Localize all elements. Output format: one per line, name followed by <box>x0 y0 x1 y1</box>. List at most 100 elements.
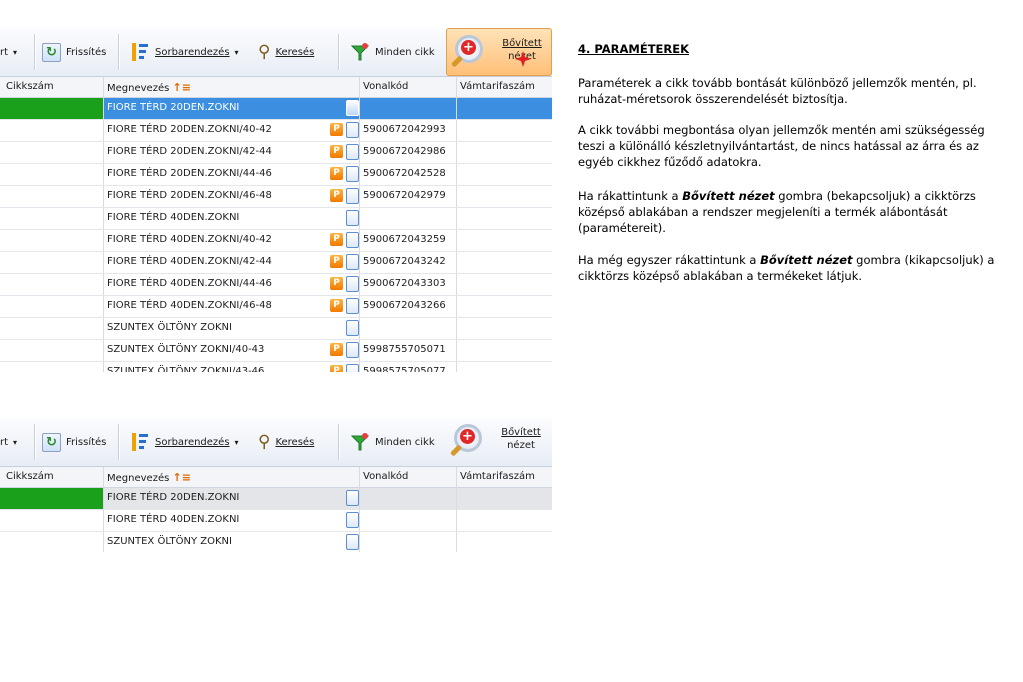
cell-barcode: 5998575705077 <box>363 366 446 372</box>
cell-name: FIORE TÉRD 40DEN.ZOKNI/46-48 <box>107 300 272 311</box>
table-row[interactable]: FIORE TÉRD 20DEN.ZOKNI/42-44 P 59006720429… <box>0 142 552 164</box>
parameter-badge-icon: P <box>330 299 343 312</box>
document-icon <box>346 298 359 314</box>
document-icon <box>346 254 359 270</box>
screenshot-extended-view-on: rt ▾ ↻ Frissítés Sorbarendezés ▾ ⚲ Keresés… <box>0 28 552 372</box>
sort-ascending-icon: ↑≡ <box>172 471 191 484</box>
p3-emphasis: Bővített nézet <box>682 189 775 203</box>
extended-view-label-1: Bővített <box>502 38 542 49</box>
extended-view-button[interactable]: + Bővített nézet <box>446 418 550 464</box>
cell-barcode: 5900672042993 <box>363 124 446 135</box>
table-row[interactable]: FIORE TÉRD 20DEN.ZOKNI <box>0 488 552 510</box>
document-icon <box>346 320 359 336</box>
cell-name: SZUNTEX ÖLTÖNY ZOKNI <box>107 322 232 333</box>
document-icon <box>346 144 359 160</box>
cell-barcode: 5900672042528 <box>363 168 446 179</box>
parameter-badge-icon: P <box>330 167 343 180</box>
table-row[interactable]: FIORE TÉRD 40DEN.ZOKNI <box>0 510 552 532</box>
cell-name: FIORE TÉRD 40DEN.ZOKNI/42-44 <box>107 256 272 267</box>
p4-before: Ha még egyszer rákattintunk a <box>578 253 761 267</box>
column-customs[interactable]: Vámtarifaszám <box>460 471 535 482</box>
grid-header: Cikkszám Megnevezés ↑≡ Vonalkód Vámtarif… <box>0 467 552 488</box>
cell-name: FIORE TÉRD 40DEN.ZOKNI <box>107 514 240 525</box>
cell-barcode: 5900672042986 <box>363 146 446 157</box>
p4-emphasis: Bővített nézet <box>760 253 853 267</box>
cell-barcode: 5900672042979 <box>363 190 446 201</box>
column-barcode[interactable]: Vonalkód <box>363 81 408 92</box>
p3-before: Ha rákattintunk a <box>578 189 683 203</box>
table-row[interactable]: FIORE TÉRD 40DEN.ZOKNI <box>0 208 552 230</box>
table-row[interactable]: FIORE TÉRD 40DEN.ZOKNI/42-44 P 59006720432… <box>0 252 552 274</box>
search-label: Keresés <box>275 46 315 58</box>
refresh-button[interactable]: ↻ Frissítés <box>42 418 106 466</box>
cell-barcode: 5998755705071 <box>363 344 446 355</box>
table-row[interactable]: SZUNTEX ÖLTÖNY ZOKNI <box>0 318 552 340</box>
all-items-button[interactable]: Minden cikk <box>350 418 435 466</box>
document-icon <box>346 342 359 358</box>
cell-name: SZUNTEX ÖLTÖNY ZOKNI/40-43 <box>107 344 265 355</box>
export-button[interactable]: rt ▾ <box>0 28 17 76</box>
section-heading: 4. PARAMÉTEREK <box>578 42 690 56</box>
grid-body: FIORE TÉRD 20DEN.ZOKNI FIORE TÉRD 40DEN.Z… <box>0 488 552 552</box>
table-row[interactable]: SZUNTEX ÖLTÖNY ZOKNI <box>0 532 552 552</box>
document-icon <box>346 166 359 182</box>
cell-barcode: 5900672043259 <box>363 234 446 245</box>
parameter-badge-icon: P <box>330 365 343 372</box>
table-row[interactable]: FIORE TÉRD 40DEN.ZOKNI/40-42 P 59006720432… <box>0 230 552 252</box>
dropdown-arrow-icon: ▾ <box>13 437 18 447</box>
sort-ascending-icon: ↑≡ <box>172 81 191 94</box>
document-icon <box>346 232 359 248</box>
export-button[interactable]: rt ▾ <box>0 418 17 466</box>
column-name[interactable]: Megnevezés ↑≡ <box>107 81 191 94</box>
all-items-button[interactable]: Minden cikk <box>350 28 435 76</box>
table-row[interactable]: FIORE TÉRD 40DEN.ZOKNI/44-46 P 59006720433… <box>0 274 552 296</box>
table-row[interactable]: FIORE TÉRD 20DEN.ZOKNI/46-48 P 59006720429… <box>0 186 552 208</box>
paragraph-4: Ha még egyszer rákattintunk a Bővített n… <box>578 252 998 284</box>
cell-name: SZUNTEX ÖLTÖNY ZOKNI <box>107 536 232 547</box>
document-icon <box>346 100 359 116</box>
column-customs[interactable]: Vámtarifaszám <box>460 81 535 92</box>
binoculars-icon: ⚲ <box>258 431 271 452</box>
cell-name: FIORE TÉRD 20DEN.ZOKNI/44-46 <box>107 168 272 179</box>
cell-barcode: 5900672043242 <box>363 256 446 267</box>
table-row[interactable]: FIORE TÉRD 20DEN.ZOKNI <box>0 98 552 120</box>
refresh-icon: ↻ <box>42 432 61 452</box>
column-barcode[interactable]: Vonalkód <box>363 471 408 482</box>
parameter-badge-icon: P <box>330 233 343 246</box>
paragraph-1-wrap: Paraméterek a cikk tovább bontását külön… <box>578 75 998 107</box>
document-icon <box>346 490 359 506</box>
parameter-badge-icon: P <box>330 277 343 290</box>
search-button[interactable]: ⚲ Keresés <box>258 28 314 76</box>
dropdown-arrow-icon: ▾ <box>234 437 239 447</box>
dropdown-arrow-icon: ▾ <box>13 47 18 57</box>
document-icon <box>346 122 359 138</box>
all-items-label: Minden cikk <box>375 46 435 58</box>
cell-name: FIORE TÉRD 20DEN.ZOKNI/42-44 <box>107 146 272 157</box>
table-row[interactable]: FIORE TÉRD 20DEN.ZOKNI/44-46 P 59006720425… <box>0 164 552 186</box>
cell-name: FIORE TÉRD 40DEN.ZOKNI <box>107 212 240 223</box>
cell-name: FIORE TÉRD 40DEN.ZOKNI/40-42 <box>107 234 272 245</box>
cell-barcode: 5900672043266 <box>363 300 446 311</box>
extended-view-button[interactable]: + Bővített nézet <box>446 28 552 76</box>
column-item-no[interactable]: Cikkszám <box>6 471 54 482</box>
parameter-badge-icon: P <box>330 123 343 136</box>
search-label: Keresés <box>275 436 315 448</box>
paragraph-4-wrap: Ha még egyszer rákattintunk a Bővített n… <box>578 252 998 284</box>
sort-button[interactable]: Sorbarendezés ▾ <box>130 418 239 466</box>
table-row[interactable]: SZUNTEX ÖLTÖNY ZOKNI/43-46 P 5998575705077 <box>0 362 552 372</box>
extended-view-label-1: Bővített <box>501 427 541 438</box>
sort-button[interactable]: Sorbarendezés ▾ <box>130 28 239 76</box>
document-icon <box>346 512 359 528</box>
table-row[interactable]: SZUNTEX ÖLTÖNY ZOKNI/40-43 P 5998755705071 <box>0 340 552 362</box>
selection-marker <box>0 98 103 119</box>
sort-icon <box>130 41 150 63</box>
parameter-badge-icon: P <box>330 189 343 202</box>
table-row[interactable]: FIORE TÉRD 40DEN.ZOKNI/46-48 P 59006720432… <box>0 296 552 318</box>
search-button[interactable]: ⚲ Keresés <box>258 418 314 466</box>
column-name[interactable]: Megnevezés ↑≡ <box>107 471 191 484</box>
table-row[interactable]: FIORE TÉRD 20DEN.ZOKNI/40-42 P 59006720429… <box>0 120 552 142</box>
refresh-button[interactable]: ↻ Frissítés <box>42 28 106 76</box>
column-item-no[interactable]: Cikkszám <box>6 81 54 92</box>
sort-label: Sorbarendezés <box>155 436 230 448</box>
paragraph-2: A cikk további megbontása olyan jellemző… <box>578 123 985 169</box>
